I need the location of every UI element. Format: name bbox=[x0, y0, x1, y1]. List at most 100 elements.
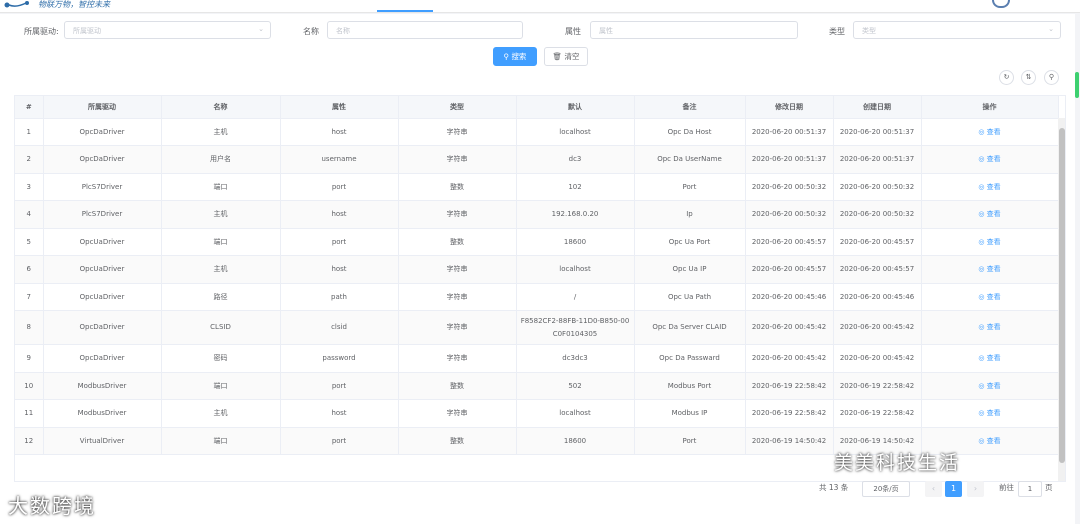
view-link[interactable]: ◎ 查看 bbox=[978, 210, 1000, 218]
cell-attr: clsid bbox=[280, 310, 399, 345]
view-link[interactable]: ◎ 查看 bbox=[978, 437, 1000, 445]
eye-icon: ◎ bbox=[978, 409, 987, 418]
driver-select[interactable]: 所属驱动 ⌄ bbox=[64, 21, 271, 39]
cell-updated: 2020-06-20 00:51:37 bbox=[745, 118, 834, 146]
cell-default: 102 bbox=[516, 173, 635, 201]
cell-name: 用户名 bbox=[161, 145, 281, 174]
page-unit: 页 bbox=[1045, 483, 1053, 492]
column-header: 修改日期 bbox=[745, 96, 834, 119]
attr-input[interactable]: 属性 bbox=[590, 21, 798, 39]
cell-actions: ◎ 查看 bbox=[921, 200, 1059, 229]
view-link-label: 查看 bbox=[986, 323, 1001, 331]
cell-remark: Opc Da Passward bbox=[634, 344, 746, 373]
reset-button[interactable]: 🗑 清空 bbox=[544, 47, 588, 66]
top-nav-bar: 物联万物，智控未来 bbox=[0, 0, 1080, 13]
search-button[interactable]: ⚲ 搜索 bbox=[493, 47, 537, 66]
eye-icon: ◎ bbox=[978, 354, 987, 363]
view-link-label: 查看 bbox=[986, 182, 1001, 191]
view-link[interactable]: ◎ 查看 bbox=[978, 323, 1000, 331]
cell-actions: ◎ 查看 bbox=[921, 310, 1059, 345]
cell-driver: OpcDaDriver bbox=[43, 310, 162, 345]
view-link[interactable]: ◎ 查看 bbox=[978, 265, 1000, 273]
cell-updated: 2020-06-19 22:58:42 bbox=[745, 399, 834, 428]
cell-no: 11 bbox=[15, 399, 44, 428]
cell-updated: 2020-06-20 00:50:32 bbox=[745, 173, 834, 201]
table-row[interactable]: 10 ModbusDriver 端口 port 整数 502 Modbus Port 2020… bbox=[15, 372, 1059, 400]
type-filter-label: 类型 bbox=[829, 27, 845, 36]
column-header: # bbox=[15, 96, 44, 119]
cell-created: 2020-06-20 00:51:37 bbox=[833, 118, 922, 146]
table-row[interactable]: 11 ModbusDriver 主机 host 字符串 localhost Modbus I… bbox=[15, 399, 1059, 428]
table-row[interactable]: 6 OpcUaDriver 主机 host 字符串 localhost Opc Ua IP 2… bbox=[15, 255, 1059, 284]
view-link[interactable]: ◎ 查看 bbox=[978, 409, 1000, 417]
type-select[interactable]: 类型 ⌄ bbox=[853, 21, 1061, 39]
data-table: # 所属驱动 名称 属性 类型 默认 备注 修改日期 创建日期 操作 1 OpcDaDriver 主机… bbox=[14, 95, 1066, 482]
eye-icon: ◎ bbox=[978, 436, 987, 445]
cell-type: 整数 bbox=[398, 427, 517, 455]
next-page-button[interactable]: › bbox=[967, 481, 984, 497]
cell-actions: ◎ 查看 bbox=[921, 173, 1059, 201]
filter-bar: 所属驱动: 所属驱动 ⌄ 名称 名称 属性 属性 类型 类型 ⌄ bbox=[0, 21, 1075, 41]
cell-updated: 2020-06-20 00:45:42 bbox=[745, 310, 834, 345]
cell-updated: 2020-06-19 22:58:42 bbox=[745, 372, 834, 400]
table-row[interactable]: 2 OpcDaDriver 用户名 username 字符串 dc3 Opc Da User… bbox=[15, 145, 1059, 174]
cell-attr: port bbox=[280, 173, 399, 201]
view-link-label: 查看 bbox=[986, 265, 1001, 274]
columns-icon[interactable]: ⇅ bbox=[1021, 70, 1036, 85]
cell-updated: 2020-06-20 00:45:42 bbox=[745, 344, 834, 373]
cell-created: 2020-06-20 00:45:57 bbox=[833, 228, 922, 256]
logo-icon bbox=[4, 1, 29, 8]
view-link[interactable]: ◎ 查看 bbox=[978, 382, 1000, 390]
goto-page-input[interactable]: 1 bbox=[1018, 481, 1042, 497]
table-row[interactable]: 9 OpcDaDriver 密码 password 字符串 dc3dc3 Opc Da Pa… bbox=[15, 344, 1059, 373]
table-row[interactable]: 1 OpcDaDriver 主机 host 字符串 localhost Opc Da Hos… bbox=[15, 118, 1059, 146]
cell-default: / bbox=[516, 283, 635, 311]
user-avatar-icon[interactable] bbox=[992, 0, 1010, 8]
table-row[interactable]: 8 OpcDaDriver CLSID clsid 字符串 F8582CF2-88FB-1… bbox=[15, 310, 1059, 345]
column-header: 类型 bbox=[398, 96, 517, 119]
wechat-watermark: 美美科技生活 bbox=[834, 452, 961, 474]
reset-button-label: 清空 bbox=[564, 52, 580, 61]
page-size-select[interactable]: 20条/页 bbox=[862, 481, 910, 497]
cell-created: 2020-06-20 00:45:42 bbox=[833, 344, 922, 373]
search-button-label: 搜索 bbox=[511, 52, 527, 61]
column-header: 所属驱动 bbox=[43, 96, 162, 119]
cell-attr: host bbox=[280, 255, 399, 284]
name-input[interactable]: 名称 bbox=[327, 21, 523, 39]
cell-remark: Port bbox=[634, 427, 746, 455]
vertical-scrollbar[interactable] bbox=[1058, 118, 1065, 481]
cell-name: 端口 bbox=[161, 173, 281, 201]
total-count: 共 13 条 bbox=[819, 483, 849, 492]
cell-no: 4 bbox=[15, 200, 44, 229]
chevron-down-icon: ⌄ bbox=[1048, 25, 1054, 33]
view-link[interactable]: ◎ 查看 bbox=[978, 354, 1000, 362]
cell-driver: PlcS7Driver bbox=[43, 200, 162, 229]
scrollbar-thumb[interactable] bbox=[1059, 128, 1065, 463]
table-row[interactable]: 5 OpcUaDriver 端口 port 整数 18600 Opc Ua Port 2020… bbox=[15, 228, 1059, 256]
table-row[interactable]: 3 PlcS7Driver 端口 port 整数 102 Port 2020-06-20 00… bbox=[15, 173, 1059, 201]
cell-name: 主机 bbox=[161, 118, 281, 146]
cell-driver: OpcDaDriver bbox=[43, 145, 162, 174]
view-link[interactable]: ◎ 查看 bbox=[978, 293, 1000, 301]
view-link[interactable]: ◎ 查看 bbox=[978, 183, 1000, 191]
goto-label: 前往 bbox=[999, 483, 1014, 492]
view-link[interactable]: ◎ 查看 bbox=[978, 238, 1000, 246]
search-toggle-icon[interactable]: ⚲ bbox=[1044, 70, 1059, 85]
view-link-label: 查看 bbox=[986, 292, 1001, 301]
refresh-icon[interactable]: ↻ bbox=[999, 70, 1014, 85]
prev-page-button[interactable]: ‹ bbox=[925, 481, 942, 497]
name-input-placeholder: 名称 bbox=[336, 27, 350, 35]
cell-actions: ◎ 查看 bbox=[921, 344, 1059, 373]
view-link[interactable]: ◎ 查看 bbox=[978, 128, 1000, 136]
driver-select-placeholder: 所属驱动 bbox=[73, 27, 101, 35]
table-row[interactable]: 7 OpcUaDriver 路径 path 字符串 / Opc Ua Path 2020-06… bbox=[15, 283, 1059, 311]
eye-icon: ◎ bbox=[978, 292, 987, 301]
cell-attr: password bbox=[280, 344, 399, 373]
cell-name: CLSID bbox=[161, 310, 281, 345]
table-row[interactable]: 4 PlcS7Driver 主机 host 字符串 192.168.0.20 Ip 2020-… bbox=[15, 200, 1059, 229]
view-link[interactable]: ◎ 查看 bbox=[978, 155, 1000, 163]
cell-default: dc3 bbox=[516, 145, 635, 174]
cell-remark: Opc Da Server CLAID bbox=[634, 310, 746, 345]
cell-name: 端口 bbox=[161, 372, 281, 400]
current-page[interactable]: 1 bbox=[945, 481, 962, 497]
